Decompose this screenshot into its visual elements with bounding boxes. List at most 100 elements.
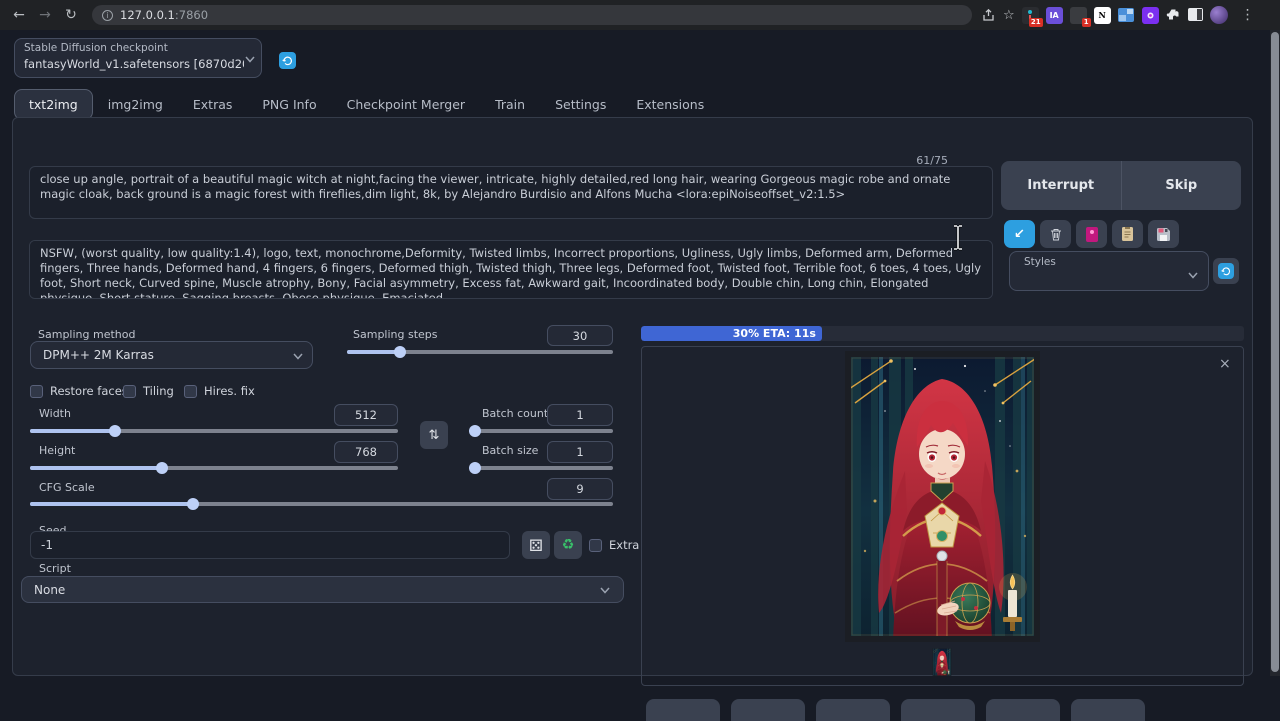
tab-extras[interactable]: Extras xyxy=(178,89,248,120)
apply-styles-button[interactable] xyxy=(1112,220,1143,248)
tiling-checkbox[interactable]: Tiling xyxy=(123,384,174,398)
cfg-scale-slider[interactable] xyxy=(30,502,613,506)
scrollbar-thumb[interactable] xyxy=(1271,32,1279,672)
width-slider[interactable] xyxy=(30,429,398,433)
styles-label: Styles xyxy=(1024,256,1056,268)
tab-extensions[interactable]: Extensions xyxy=(621,89,719,120)
extension-icon-blue[interactable] xyxy=(1118,7,1135,24)
generated-image[interactable] xyxy=(845,351,1040,642)
bookmark-star-icon[interactable]: ☆ xyxy=(1003,8,1015,23)
gallery-action-button[interactable] xyxy=(646,699,720,721)
gallery-action-row xyxy=(646,699,1145,721)
skip-button[interactable]: Skip xyxy=(1122,161,1242,210)
sampling-method-value: DPM++ 2M Karras xyxy=(43,348,154,362)
page-scrollbar[interactable] xyxy=(1270,30,1280,676)
browser-back-button[interactable]: ← xyxy=(6,7,32,23)
extra-networks-button[interactable] xyxy=(1076,220,1107,248)
checkpoint-refresh-button[interactable] xyxy=(279,52,296,69)
site-info-icon[interactable]: i xyxy=(102,10,113,21)
trash-icon xyxy=(1050,228,1062,241)
extra-seed-checkbox[interactable]: Extra xyxy=(589,538,639,552)
reuse-seed-button[interactable]: ♻ xyxy=(554,531,582,559)
gallery-action-button[interactable] xyxy=(901,699,975,721)
tiling-label: Tiling xyxy=(143,384,174,398)
generate-actions: Interrupt Skip xyxy=(1001,161,1241,210)
sampling-method-label: Sampling method xyxy=(38,328,135,341)
tab-png-info[interactable]: PNG Info xyxy=(247,89,331,120)
seed-input[interactable]: -1 xyxy=(30,531,510,559)
hires-fix-checkbox[interactable]: Hires. fix xyxy=(184,384,255,398)
gallery-action-button[interactable] xyxy=(1071,699,1145,721)
clipboard-icon xyxy=(1122,227,1133,241)
progress-text: 30% ETA: 11s xyxy=(733,327,816,340)
chevron-down-icon xyxy=(245,56,255,63)
sampling-steps-slider[interactable] xyxy=(347,350,613,354)
browser-reload-button[interactable]: ↻ xyxy=(58,7,84,23)
restore-faces-checkbox[interactable]: Restore faces xyxy=(30,384,128,398)
tab-img2img[interactable]: img2img xyxy=(93,89,178,120)
browser-toolbar: ← → ↻ i 127.0.0.1 :7860 ☆ 21 IA 1 N xyxy=(0,0,1280,30)
browser-forward-button[interactable]: → xyxy=(32,7,58,23)
tab-checkpoint-merger[interactable]: Checkpoint Merger xyxy=(332,89,480,120)
styles-dropdown[interactable]: Styles xyxy=(1009,251,1209,291)
checkpoint-value: fantasyWorld_v1.safetensors [6870d20fac] xyxy=(24,57,244,71)
share-icon[interactable] xyxy=(982,8,996,22)
gallery-action-button[interactable] xyxy=(816,699,890,721)
extension-icon-ia[interactable]: IA xyxy=(1046,7,1063,24)
sidebar-toggle-icon[interactable] xyxy=(1188,6,1203,25)
batch-count-slider[interactable] xyxy=(469,429,613,433)
batch-count-label: Batch count xyxy=(482,407,548,420)
swap-width-height-button[interactable]: ⇅ xyxy=(420,421,448,449)
clear-prompt-button[interactable] xyxy=(1040,220,1071,248)
chevron-down-icon xyxy=(600,587,610,594)
batch-count-input[interactable]: 1 xyxy=(547,404,613,426)
checkpoint-dropdown[interactable]: Stable Diffusion checkpoint fantasyWorld… xyxy=(14,38,262,78)
sampling-method-dropdown[interactable]: DPM++ 2M Karras xyxy=(30,341,313,369)
script-dropdown[interactable]: None xyxy=(21,576,624,603)
tab-train[interactable]: Train xyxy=(480,89,540,120)
url-host: 127.0.0.1 xyxy=(120,8,175,22)
refresh-icon xyxy=(1218,263,1234,279)
gallery-action-button[interactable] xyxy=(986,699,1060,721)
interrupt-button[interactable]: Interrupt xyxy=(1001,161,1122,210)
card-icon xyxy=(1086,227,1098,242)
checkbox-icon xyxy=(123,385,136,398)
script-label: Script xyxy=(39,562,71,575)
batch-size-input[interactable]: 1 xyxy=(547,441,613,463)
extra-label: Extra xyxy=(609,538,639,552)
extension-badge: 1 xyxy=(1082,18,1091,27)
extensions-puzzle-icon[interactable] xyxy=(1166,8,1181,23)
close-icon[interactable]: × xyxy=(1219,356,1231,372)
cfg-scale-input[interactable]: 9 xyxy=(547,478,613,500)
save-style-button[interactable] xyxy=(1148,220,1179,248)
browser-menu-icon[interactable]: ⋮ xyxy=(1235,7,1261,23)
address-bar[interactable]: i 127.0.0.1 :7860 xyxy=(92,5,972,25)
swap-icon: ⇅ xyxy=(429,428,440,443)
width-label: Width xyxy=(39,407,71,420)
extension-icon-notion[interactable]: N xyxy=(1094,7,1111,24)
paste-generation-params-button[interactable]: ↙ xyxy=(1004,220,1035,248)
tab-txt2img[interactable]: txt2img xyxy=(14,89,93,120)
height-input[interactable]: 768 xyxy=(334,441,398,463)
gallery-thumbnail[interactable] xyxy=(932,648,952,676)
random-seed-button[interactable]: ⚄ xyxy=(522,531,550,559)
checkbox-icon xyxy=(184,385,197,398)
tab-settings[interactable]: Settings xyxy=(540,89,621,120)
extension-badge: 21 xyxy=(1029,18,1043,27)
checkpoint-label: Stable Diffusion checkpoint xyxy=(24,42,168,54)
avatar[interactable] xyxy=(1210,6,1228,24)
sampling-steps-input[interactable]: 30 xyxy=(547,325,613,346)
progress-fill: 30% ETA: 11s xyxy=(641,326,822,341)
arrow-down-left-icon: ↙ xyxy=(1014,227,1025,242)
extension-icon-teal[interactable]: 21 xyxy=(1022,7,1039,24)
tab-bar: txt2img img2img Extras PNG Info Checkpoi… xyxy=(14,89,719,120)
width-input[interactable]: 512 xyxy=(334,404,398,426)
negative-prompt-input[interactable]: NSFW, (worst quality, low quality:1.4), … xyxy=(29,240,993,299)
height-slider[interactable] xyxy=(30,466,398,470)
prompt-input[interactable]: close up angle, portrait of a beautiful … xyxy=(29,166,993,219)
extension-icon-purple[interactable] xyxy=(1142,7,1159,24)
styles-refresh-button[interactable] xyxy=(1213,258,1239,284)
batch-size-slider[interactable] xyxy=(469,466,613,470)
extension-icon-dark[interactable]: 1 xyxy=(1070,7,1087,24)
gallery-action-button[interactable] xyxy=(731,699,805,721)
